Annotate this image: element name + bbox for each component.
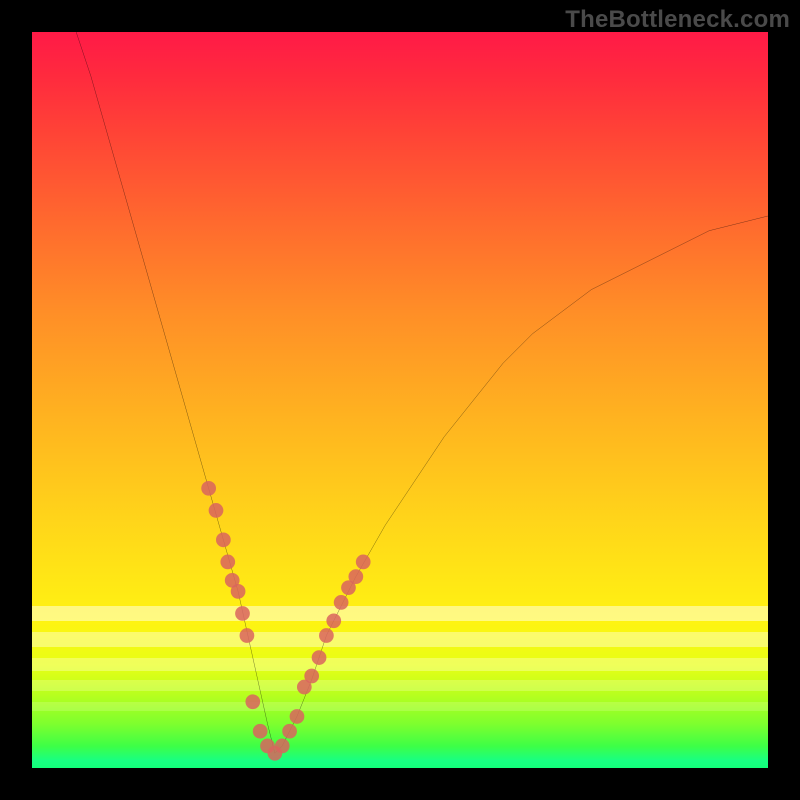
watermark-text: TheBottleneck.com (565, 6, 790, 34)
curve-marker (312, 650, 327, 665)
curve-marker (319, 628, 334, 643)
curve-marker (334, 595, 349, 610)
curve-marker (282, 724, 297, 739)
curve-marker (209, 503, 224, 518)
curve-marker (220, 555, 235, 570)
curve-marker (290, 709, 305, 724)
marker-group (201, 481, 370, 761)
curve-marker (275, 739, 290, 754)
curve-marker (201, 481, 216, 496)
curve-marker (231, 584, 246, 599)
bottleneck-curve-path (76, 32, 768, 753)
curve-marker (245, 694, 260, 709)
curve-marker (240, 628, 255, 643)
curve-marker (348, 569, 363, 584)
chart-frame: TheBottleneck.com (0, 0, 800, 800)
curve-marker (235, 606, 250, 621)
curve-marker (216, 532, 231, 547)
curve-marker (326, 613, 341, 628)
curve-svg (32, 32, 768, 768)
plot-area (32, 32, 768, 768)
curve-marker (356, 555, 371, 570)
curve-marker (304, 669, 319, 684)
curve-marker (253, 724, 268, 739)
